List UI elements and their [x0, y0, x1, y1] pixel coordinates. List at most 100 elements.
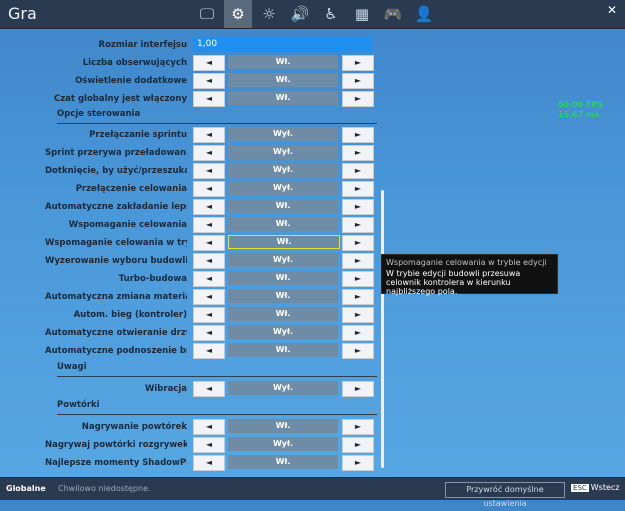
bottom-bar: Globalne Chwilowo niedostępne. Przywróć …	[0, 477, 625, 508]
setting-value-focused[interactable]: Wł.	[228, 235, 340, 249]
setting-label: Rozmiar interfejsu	[98, 40, 187, 50]
arrow-left-button[interactable]: ◄	[193, 419, 225, 435]
setting-value: Wył.	[228, 325, 338, 339]
arrow-right-button[interactable]: ►	[342, 381, 374, 397]
arrow-right-button[interactable]: ►	[342, 325, 374, 341]
setting-value: Wył.	[228, 163, 338, 177]
status-text: Chwilowo niedostępne.	[58, 484, 151, 493]
arrow-right-button[interactable]: ►	[342, 145, 374, 161]
window-title: Gra	[8, 4, 37, 23]
arrow-left-button[interactable]: ◄	[193, 181, 225, 197]
tooltip: Wspomaganie celowania w trybie edycji W …	[381, 254, 558, 296]
reset-defaults-button[interactable]: Przywróć domyślne ustawienia	[445, 482, 565, 508]
arrow-right-button[interactable]: ►	[342, 91, 374, 107]
tab-controller[interactable]: 🎮	[379, 0, 407, 28]
setting-row: Przełączanie sprintu ◄ Wył. ►	[45, 126, 380, 144]
arrow-left-button[interactable]: ◄	[193, 271, 225, 287]
setting-value: Wł.	[228, 289, 338, 303]
setting-value: Wł.	[228, 217, 338, 231]
arrow-left-button[interactable]: ◄	[193, 253, 225, 269]
user-icon: 👤	[414, 5, 434, 23]
arrow-right-button[interactable]: ►	[342, 271, 374, 287]
arrow-left-button[interactable]: ◄	[193, 73, 225, 89]
setting-value: Wł.	[228, 73, 338, 87]
arrow-right-button[interactable]: ►	[342, 289, 374, 305]
tab-game[interactable]: ⚙	[224, 0, 252, 28]
setting-value: Wł.	[228, 271, 338, 285]
setting-value: Wł.	[228, 55, 338, 69]
setting-value: Wył.	[228, 145, 338, 159]
arrow-right-button[interactable]: ►	[342, 163, 374, 179]
arrow-right-button[interactable]: ►	[342, 181, 374, 197]
section-heading-control: Opcje sterowania	[57, 107, 377, 124]
tab-account[interactable]: 👤	[410, 0, 438, 28]
arrow-left-button[interactable]: ◄	[193, 235, 225, 251]
sun-icon: ☼	[262, 5, 276, 23]
setting-label: Turbo-budowa	[118, 274, 187, 284]
arrow-right-button[interactable]: ►	[342, 217, 374, 233]
arrow-left-button[interactable]: ◄	[193, 91, 225, 107]
tab-audio[interactable]: 🔊	[286, 0, 314, 28]
setting-label: Automatyczne otwieranie drzwi	[45, 328, 187, 338]
scrollbar[interactable]	[381, 190, 384, 468]
tab-accessibility[interactable]: ♿	[317, 0, 345, 28]
setting-row-edit-aim-assist: Wspomaganie celowania w trybie edycji ◄ …	[45, 234, 380, 252]
setting-label: Najlepsze momenty ShadowPlay	[45, 458, 187, 468]
setting-value: Wł.	[228, 91, 338, 105]
arrow-left-button[interactable]: ◄	[193, 343, 225, 359]
arrow-right-button[interactable]: ►	[342, 419, 374, 435]
tab-brightness[interactable]: ☼	[255, 0, 283, 28]
arrow-right-button[interactable]: ►	[342, 73, 374, 89]
setting-label: Nagrywanie powtórek	[81, 422, 187, 432]
arrow-right-button[interactable]: ►	[342, 127, 374, 143]
setting-label: Liczba obserwujących	[82, 58, 187, 68]
accessibility-icon: ♿	[324, 5, 338, 23]
setting-label: Wspomaganie celowania	[68, 220, 187, 230]
setting-label: Autom. bieg (kontroler)	[73, 310, 187, 320]
setting-row: Turbo-budowa ◄ Wł. ►	[45, 270, 380, 288]
arrow-right-button[interactable]: ►	[342, 55, 374, 71]
esc-key-icon: ESC	[571, 484, 589, 492]
back-button[interactable]: ESC Wstecz	[571, 483, 620, 492]
arrow-left-button[interactable]: ◄	[193, 55, 225, 71]
setting-value: Wył.	[228, 253, 338, 267]
setting-label: Wibracja	[145, 384, 187, 394]
arrow-right-button[interactable]: ►	[342, 307, 374, 323]
fps-value: 60.00 FPS	[558, 100, 604, 109]
arrow-right-button[interactable]: ►	[342, 235, 374, 251]
section-heading-replays: Powtórki	[57, 398, 377, 415]
setting-row: Automatyczne otwieranie drzwi ◄ Wył. ►	[45, 324, 380, 342]
arrow-left-button[interactable]: ◄	[193, 381, 225, 397]
arrow-left-button[interactable]: ◄	[193, 455, 225, 471]
arrow-left-button[interactable]: ◄	[193, 325, 225, 341]
setting-value: Wył.	[228, 181, 338, 195]
setting-label: Dotknięcie, by użyć/przeszukać	[45, 166, 187, 176]
arrow-left-button[interactable]: ◄	[193, 127, 225, 143]
setting-value: Wł.	[228, 199, 338, 213]
setting-label: Nagrywaj powtórki rozgrywek du	[45, 440, 187, 450]
ui-size-input[interactable]: 1,00	[193, 37, 372, 52]
tab-display[interactable]: 🖵	[193, 0, 221, 28]
arrow-left-button[interactable]: ◄	[193, 163, 225, 179]
back-label: Wstecz	[590, 483, 620, 492]
setting-row: Czat globalny jest włączony ◄ Wł. ►	[45, 90, 380, 108]
setting-row: Przełączenie celowania ◄ Wył. ►	[45, 180, 380, 198]
arrow-left-button[interactable]: ◄	[193, 307, 225, 323]
tab-network[interactable]: ▦	[348, 0, 376, 28]
arrow-left-button[interactable]: ◄	[193, 289, 225, 305]
tooltip-title: Wspomaganie celowania w trybie edycji	[386, 258, 547, 267]
tooltip-text: W trybie edycji budowli przesuwa celowni…	[386, 269, 521, 296]
arrow-right-button[interactable]: ►	[342, 253, 374, 269]
arrow-left-button[interactable]: ◄	[193, 437, 225, 453]
arrow-right-button[interactable]: ►	[342, 437, 374, 453]
arrow-right-button[interactable]: ►	[342, 455, 374, 471]
frame-time-value: 15.67 ms	[558, 110, 600, 119]
arrow-right-button[interactable]: ►	[342, 199, 374, 215]
arrow-left-button[interactable]: ◄	[193, 217, 225, 233]
close-icon[interactable]: ✕	[607, 3, 617, 17]
setting-row: Sprint przerywa przeładowanie ◄ Wył. ►	[45, 144, 380, 162]
arrow-left-button[interactable]: ◄	[193, 145, 225, 161]
setting-row: Wspomaganie celowania ◄ Wł. ►	[45, 216, 380, 234]
arrow-right-button[interactable]: ►	[342, 343, 374, 359]
arrow-left-button[interactable]: ◄	[193, 199, 225, 215]
